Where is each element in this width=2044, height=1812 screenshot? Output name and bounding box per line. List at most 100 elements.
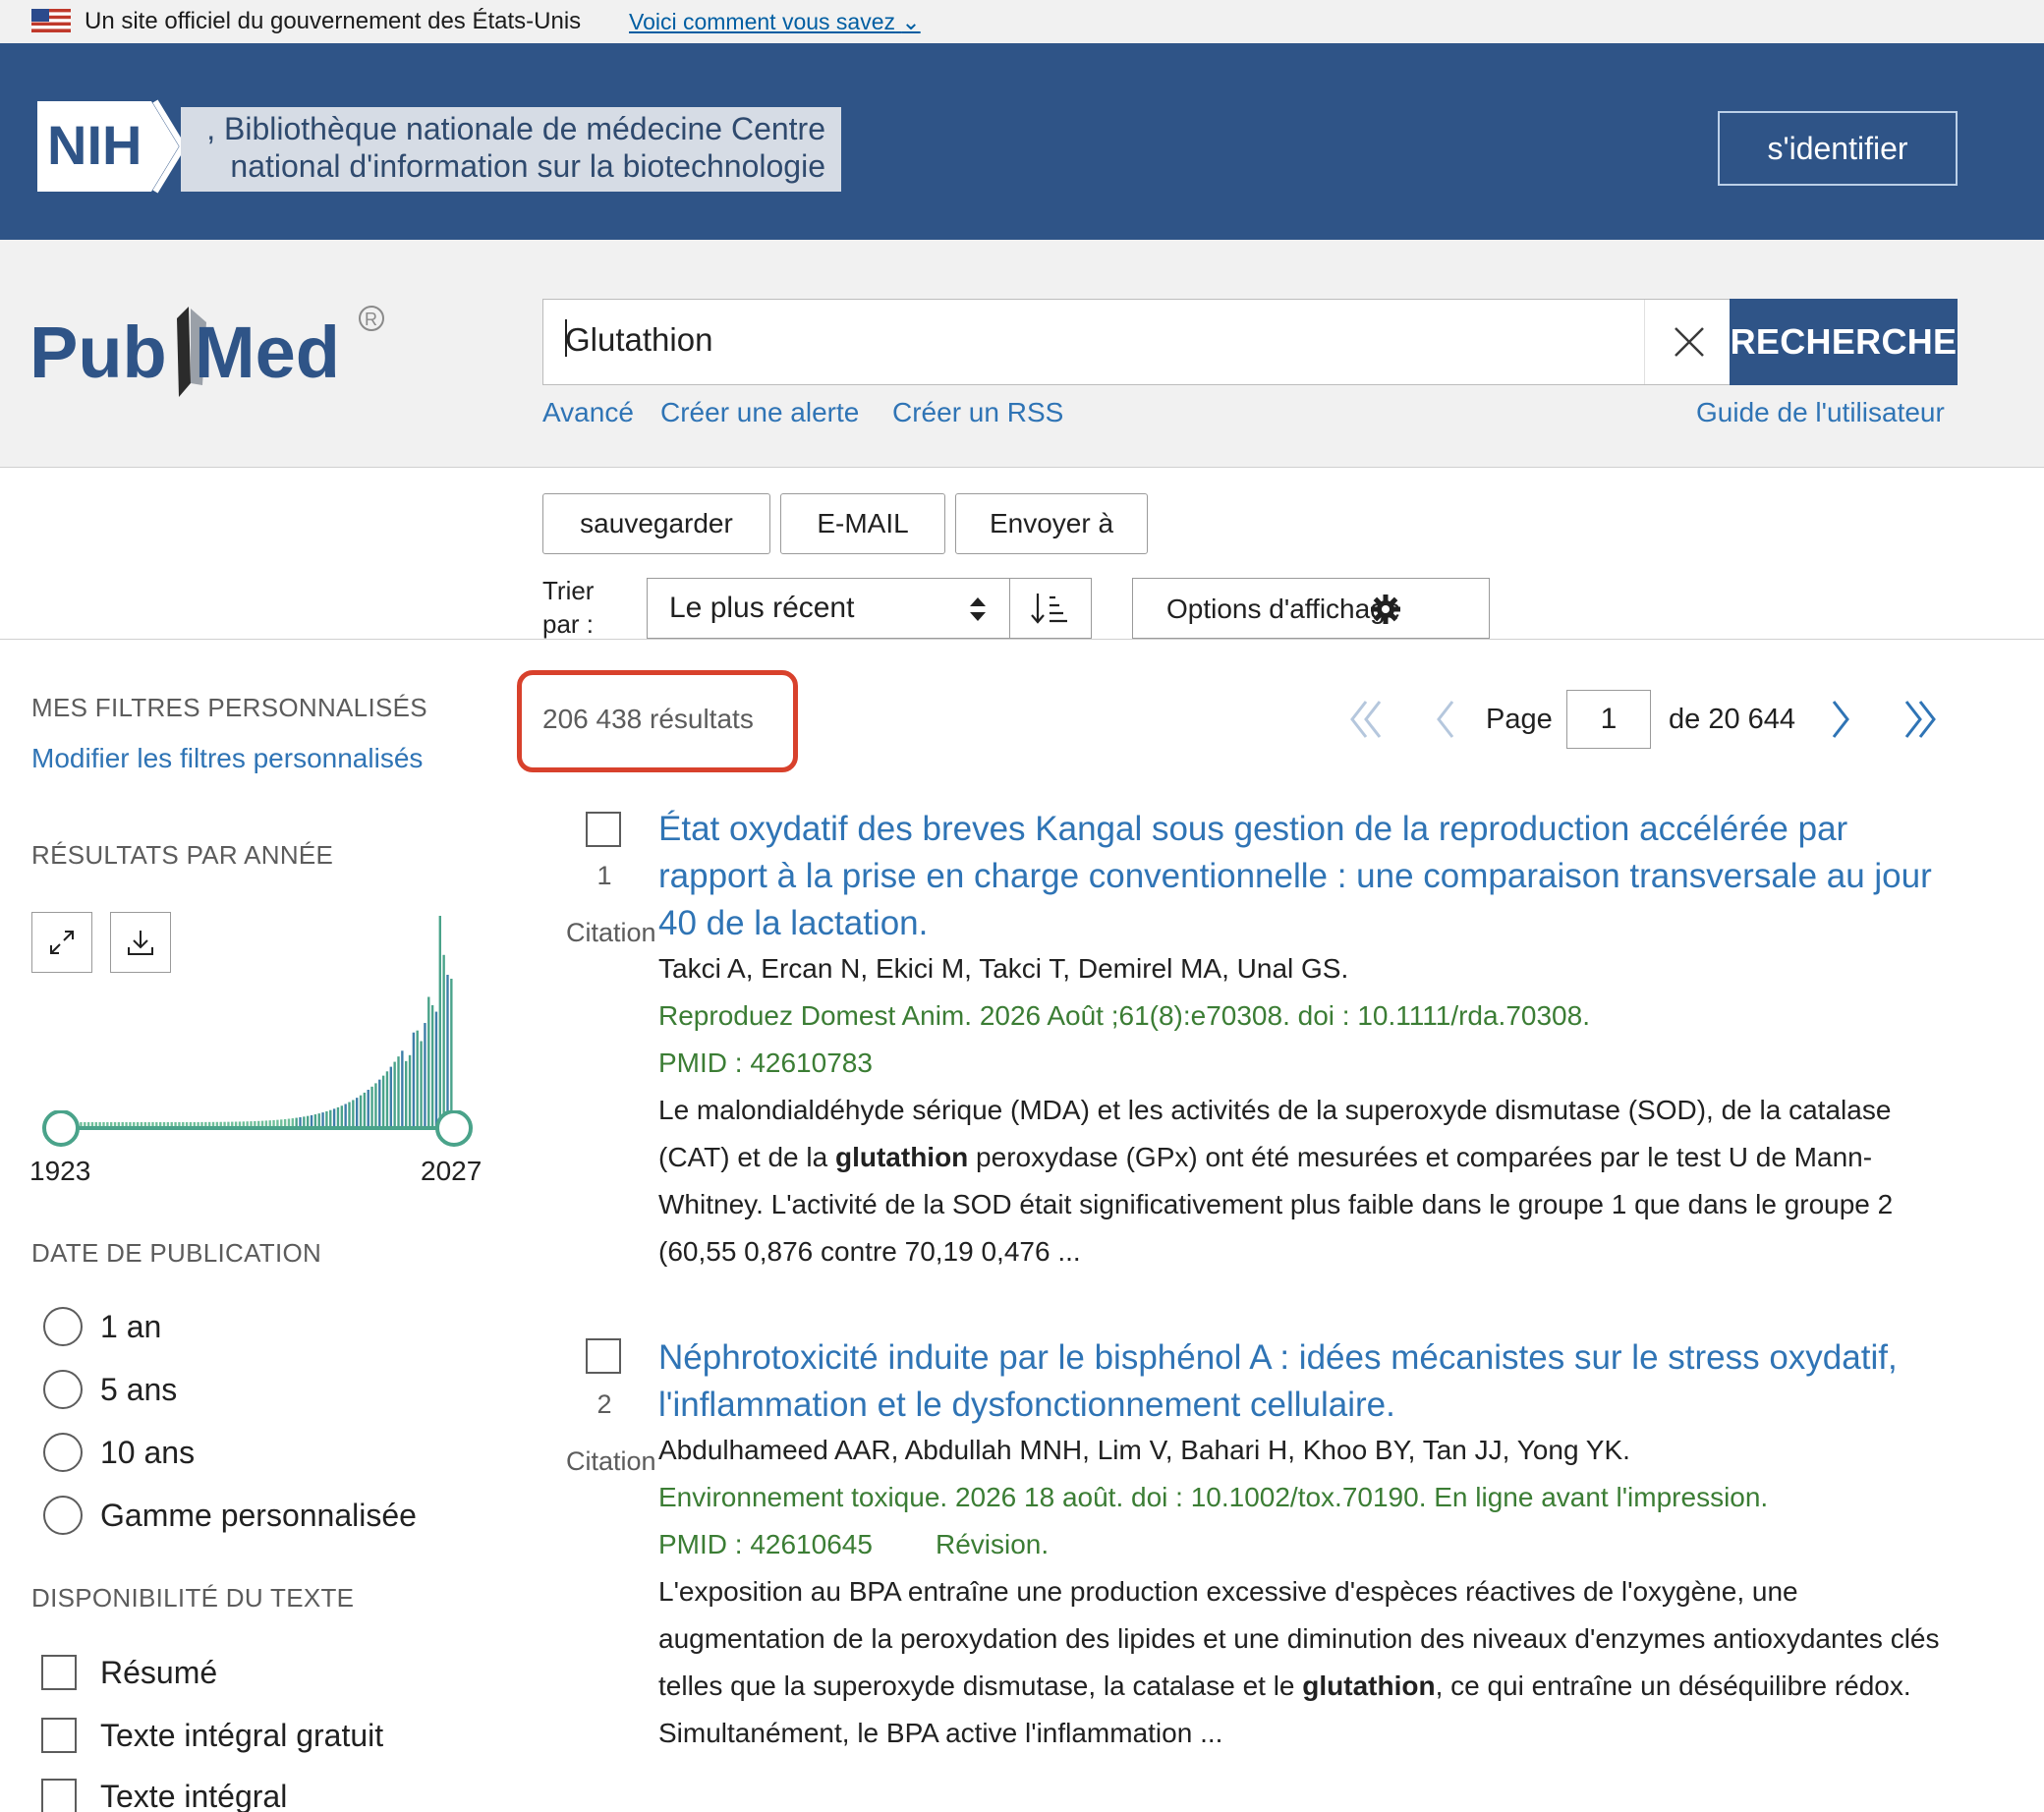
- snippet-highlight: glutathion: [1302, 1670, 1436, 1701]
- radio-button[interactable]: [43, 1370, 83, 1409]
- year-bar: [442, 954, 445, 1126]
- save-button[interactable]: sauvegarder: [542, 493, 770, 554]
- chevron-down-icon: ⌄: [901, 9, 921, 34]
- nih-header: NIH , Bibliothèque nationale de médecine…: [0, 43, 2044, 240]
- year-bar: [430, 1004, 434, 1126]
- email-button[interactable]: E-MAIL: [780, 493, 945, 554]
- citation-button[interactable]: Citation: [566, 918, 656, 948]
- sort-label-line1: Trier: [542, 576, 595, 605]
- create-rss-link[interactable]: Créer un RSS: [892, 397, 1063, 428]
- search-box: Glutathion: [542, 299, 1732, 385]
- pubmed-logo[interactable]: Pub Med R: [29, 289, 393, 417]
- results-by-year-chart[interactable]: [39, 914, 472, 1130]
- pubmed-logo-med: Med: [195, 311, 340, 393]
- year-bar: [434, 1011, 438, 1126]
- year-slider-end-handle[interactable]: [435, 1110, 473, 1147]
- prev-page-icon[interactable]: [1431, 696, 1458, 743]
- edit-filters-link[interactable]: Modifier les filtres personnalisés: [31, 743, 423, 774]
- result-pmid: PMID : 42610645: [658, 1529, 873, 1559]
- year-bar: [450, 979, 453, 1126]
- year-start-label: 1923: [29, 1156, 91, 1186]
- user-guide-link[interactable]: Guide de l'utilisateur: [1696, 397, 1945, 428]
- toolbar-divider: [0, 639, 2044, 640]
- search-input[interactable]: Glutathion: [565, 321, 1646, 359]
- year-bar: [427, 996, 430, 1126]
- svg-text:R: R: [365, 310, 377, 329]
- year-slider[interactable]: [39, 1110, 491, 1150]
- advanced-search-link[interactable]: Avancé: [542, 397, 634, 428]
- display-options-button[interactable]: Options d'affichage: [1132, 578, 1490, 639]
- result-journal: Environnement toxique. 2026 18 août. doi…: [658, 1482, 1769, 1512]
- text-availability-label: Texte intégral gratuit: [100, 1718, 384, 1753]
- nih-name-box: , Bibliothèque nationale de médecine Cen…: [181, 107, 841, 192]
- result-checkbox[interactable]: [586, 1338, 621, 1374]
- clear-search-button[interactable]: [1644, 300, 1732, 384]
- sort-label: Trier par :: [542, 574, 594, 641]
- page-total: de 20 644: [1669, 704, 1796, 735]
- search-button[interactable]: RECHERCHE: [1730, 299, 1958, 385]
- result-authors: Abdulhameed AAR, Abdullah MNH, Lim V, Ba…: [658, 1435, 1630, 1465]
- snippet-highlight: glutathion: [834, 1142, 969, 1172]
- first-page-icon[interactable]: [1346, 696, 1386, 743]
- result-snippet: L'exposition au BPA entraîne une product…: [658, 1568, 1956, 1757]
- nih-name-line1: , Bibliothèque nationale de médecine Cen…: [206, 111, 825, 146]
- nih-logo[interactable]: NIH: [33, 97, 191, 196]
- citation-button[interactable]: Citation: [566, 1446, 656, 1477]
- result-authors: Takci A, Ercan N, Ekici M, Takci T, Demi…: [658, 953, 1349, 984]
- year-bars: [61, 916, 453, 1126]
- close-icon: [1674, 327, 1704, 357]
- pub-date-option-label: 10 ans: [100, 1435, 196, 1470]
- pub-date-option-label: 1 an: [100, 1309, 162, 1344]
- result-checkbox[interactable]: [586, 812, 621, 847]
- gov-banner: Un site officiel du gouvernement des Éta…: [0, 0, 2044, 43]
- year-end-label: 2027: [421, 1156, 483, 1186]
- sort-select-value: Le plus récent: [669, 592, 855, 624]
- next-page-icon[interactable]: [1828, 696, 1855, 743]
- checkbox[interactable]: [41, 1655, 77, 1690]
- display-options-label: Options d'affichage: [1166, 594, 1401, 624]
- result-snippet: Le malondialdéhyde sérique (MDA) et les …: [658, 1087, 1956, 1275]
- result-title-link[interactable]: État oxydatif des breves Kangal sous ges…: [658, 806, 1956, 947]
- nih-name-line2: national d'information sur la biotechnol…: [230, 148, 825, 184]
- year-bar: [446, 975, 449, 1126]
- pubmed-logo-pub: Pub: [29, 311, 167, 393]
- radio-button[interactable]: [43, 1433, 83, 1472]
- result-journal: Reproduez Domest Anim. 2026 Août ;61(8):…: [658, 1000, 1590, 1031]
- text-availability-heading: DISPONIBILITÉ DU TEXTE: [31, 1583, 355, 1613]
- result-title-link[interactable]: Néphrotoxicité induite par le bisphénol …: [658, 1334, 1956, 1429]
- sort-order-button[interactable]: [1009, 578, 1092, 639]
- result-number: 2: [596, 1389, 612, 1419]
- checkbox[interactable]: [41, 1779, 77, 1812]
- create-alert-link[interactable]: Créer une alerte: [660, 397, 859, 428]
- pub-date-option-label: Gamme personnalisée: [100, 1498, 417, 1533]
- pub-date-option-label: 5 ans: [100, 1372, 178, 1407]
- radio-button[interactable]: [43, 1307, 83, 1346]
- last-page-icon[interactable]: [1901, 696, 1940, 743]
- page-label: Page: [1486, 704, 1553, 735]
- search-area: Pub Med R Glutathion RECHERCHE Avancé Cr…: [0, 240, 2044, 468]
- results-by-year-heading: RÉSULTATS PAR ANNÉE: [31, 840, 334, 870]
- send-to-button[interactable]: Envoyer à: [955, 493, 1148, 554]
- page-number-input[interactable]: 1: [1566, 690, 1651, 749]
- results-count-highlight: [517, 670, 798, 772]
- us-flag-icon: [31, 9, 71, 32]
- year-bar: [438, 916, 441, 1126]
- text-availability-label: Résumé: [100, 1655, 218, 1690]
- login-button[interactable]: s'identifier: [1718, 111, 1958, 186]
- sort-order-icon: [1031, 594, 1067, 624]
- result-number: 1: [596, 861, 612, 890]
- gear-icon: [1371, 595, 1400, 624]
- year-slider-start-handle[interactable]: [42, 1110, 80, 1147]
- sort-select[interactable]: Le plus récent: [647, 578, 1010, 639]
- pub-date-heading: DATE DE PUBLICATION: [31, 1238, 322, 1268]
- select-arrows-icon: [970, 597, 986, 621]
- result-pmid: PMID : 42610783: [658, 1048, 873, 1078]
- checkbox[interactable]: [41, 1718, 77, 1753]
- gov-banner-text: Un site officiel du gouvernement des Éta…: [85, 8, 582, 34]
- text-availability-label: Texte intégral: [100, 1779, 288, 1812]
- nih-logo-text: NIH: [47, 114, 142, 176]
- how-you-know-link[interactable]: Voici comment vous savez ⌄: [629, 9, 921, 35]
- radio-button[interactable]: [43, 1496, 83, 1535]
- how-you-know-label: Voici comment vous savez: [629, 9, 896, 34]
- my-filters-heading: MES FILTRES PERSONNALISÉS: [31, 693, 427, 722]
